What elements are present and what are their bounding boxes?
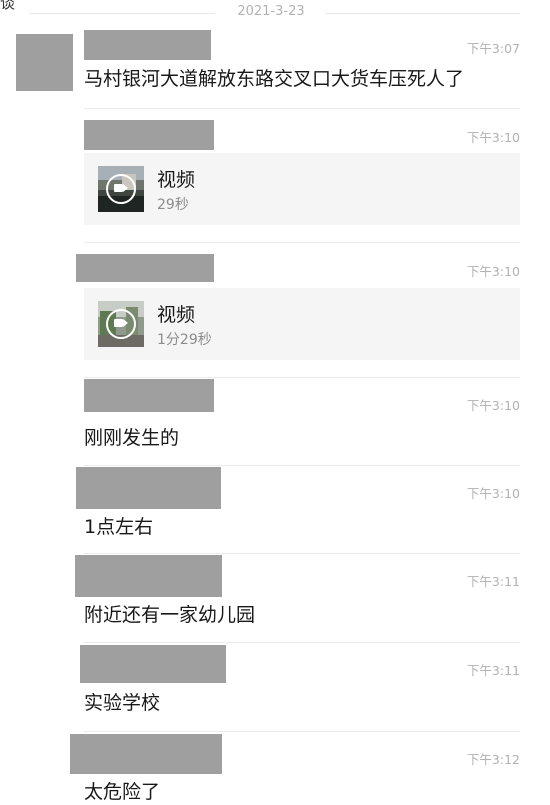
message-item[interactable]: 下午3:11 实验学校 xyxy=(0,645,550,725)
sender-name-redacted xyxy=(76,254,214,282)
message-time: 下午3:10 xyxy=(466,398,520,413)
message-item[interactable]: 下午3:10 视频 29秒 xyxy=(0,120,550,230)
message-time: 下午3:11 xyxy=(466,663,520,678)
message-item[interactable]: 下午3:11 附近还有一家幼儿园 xyxy=(0,555,550,635)
message-item[interactable]: 下午3:10 1点左右 xyxy=(0,467,550,547)
sender-name-redacted xyxy=(84,120,214,150)
video-message-card[interactable]: 视频 29秒 xyxy=(84,153,520,225)
message-divider xyxy=(84,642,520,643)
sender-name-redacted xyxy=(84,30,211,60)
message-divider xyxy=(84,108,520,109)
message-divider xyxy=(84,242,520,243)
message-text: 太危险了 xyxy=(84,781,161,803)
sender-name-redacted xyxy=(76,467,221,509)
date-separator: 2021-3-23 xyxy=(0,4,550,22)
date-label: 2021-3-23 xyxy=(237,4,305,19)
chat-history-view: 谈 2021-3-23 下午3:07 马村银河大道解放东路交叉口大货车压死人了 … xyxy=(0,0,550,805)
message-item[interactable]: 下午3:07 马村银河大道解放东路交叉口大货车压死人了 xyxy=(0,30,550,110)
video-thumbnail[interactable] xyxy=(98,166,144,212)
video-message-card[interactable]: 视频 1分29秒 xyxy=(84,288,520,360)
message-time: 下午3:11 xyxy=(466,574,520,589)
sender-name-redacted xyxy=(84,379,214,412)
date-separator-line-right xyxy=(326,13,520,14)
video-camera-icon xyxy=(114,184,123,192)
sender-name-redacted xyxy=(80,645,226,683)
message-time: 下午3:10 xyxy=(466,130,520,145)
message-time: 下午3:12 xyxy=(466,752,520,767)
message-text: 附近还有一家幼儿园 xyxy=(84,604,256,626)
message-text: 马村银河大道解放东路交叉口大货车压死人了 xyxy=(84,68,465,90)
sender-name-redacted xyxy=(75,555,222,597)
message-time: 下午3:07 xyxy=(466,41,520,56)
message-item[interactable]: 下午3:12 太危险了 xyxy=(0,734,550,805)
message-time: 下午3:10 xyxy=(466,486,520,501)
video-camera-lens-icon xyxy=(123,184,128,192)
video-title: 视频 xyxy=(157,304,196,326)
message-item[interactable]: 下午3:10 视频 1分29秒 xyxy=(0,254,550,364)
video-duration: 1分29秒 xyxy=(157,332,212,348)
video-thumbnail[interactable] xyxy=(98,301,144,347)
message-divider xyxy=(84,465,520,466)
message-text: 实验学校 xyxy=(84,692,161,714)
video-title: 视频 xyxy=(157,169,196,191)
date-separator-line-left xyxy=(30,13,215,14)
message-divider xyxy=(84,731,520,732)
video-duration: 29秒 xyxy=(157,197,189,213)
sender-name-redacted xyxy=(70,734,222,774)
message-time: 下午3:10 xyxy=(466,264,520,279)
message-text: 1点左右 xyxy=(84,516,154,538)
video-camera-icon xyxy=(114,319,123,327)
video-camera-lens-icon xyxy=(123,319,128,327)
message-item[interactable]: 下午3:10 刚刚发生的 xyxy=(0,379,550,459)
message-text: 刚刚发生的 xyxy=(84,427,180,449)
message-divider xyxy=(84,377,520,378)
message-divider xyxy=(84,553,520,554)
